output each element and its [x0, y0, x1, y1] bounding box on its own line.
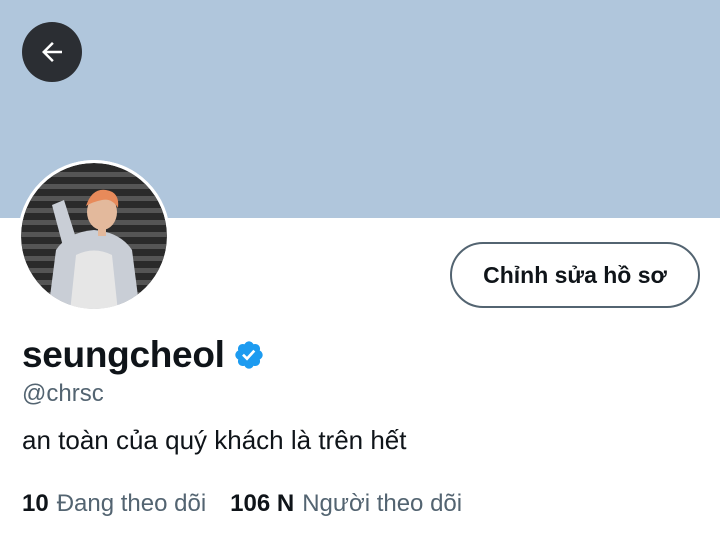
display-name-row: seungcheol [22, 332, 265, 378]
followers-link[interactable]: 106 N Người theo dõi [230, 490, 462, 518]
following-count: 10 [22, 490, 49, 517]
display-name: seungcheol [22, 334, 225, 375]
followers-count: 106 N [230, 490, 295, 517]
user-handle: @chrsc [22, 380, 104, 407]
back-button[interactable] [22, 22, 82, 82]
profile-page: Chỉnh sửa hồ sơ seungcheol @chrsc an toà… [0, 0, 720, 537]
verified-badge-icon [234, 341, 263, 369]
edit-profile-button[interactable]: Chỉnh sửa hồ sơ [450, 242, 700, 308]
arrow-left-icon [42, 42, 62, 62]
avatar-photo [18, 160, 170, 312]
user-bio: an toàn của quý khách là trên hết [22, 425, 407, 455]
avatar[interactable] [18, 160, 170, 312]
followers-label: Người theo dõi [302, 490, 463, 517]
edit-profile-label: Chỉnh sửa hồ sơ [483, 261, 667, 288]
following-link[interactable]: 10 Đang theo dõi [22, 490, 206, 518]
profile-stats: 10 Đang theo dõi 106 N Người theo dõi [22, 490, 486, 518]
following-label: Đang theo dõi [56, 490, 207, 517]
